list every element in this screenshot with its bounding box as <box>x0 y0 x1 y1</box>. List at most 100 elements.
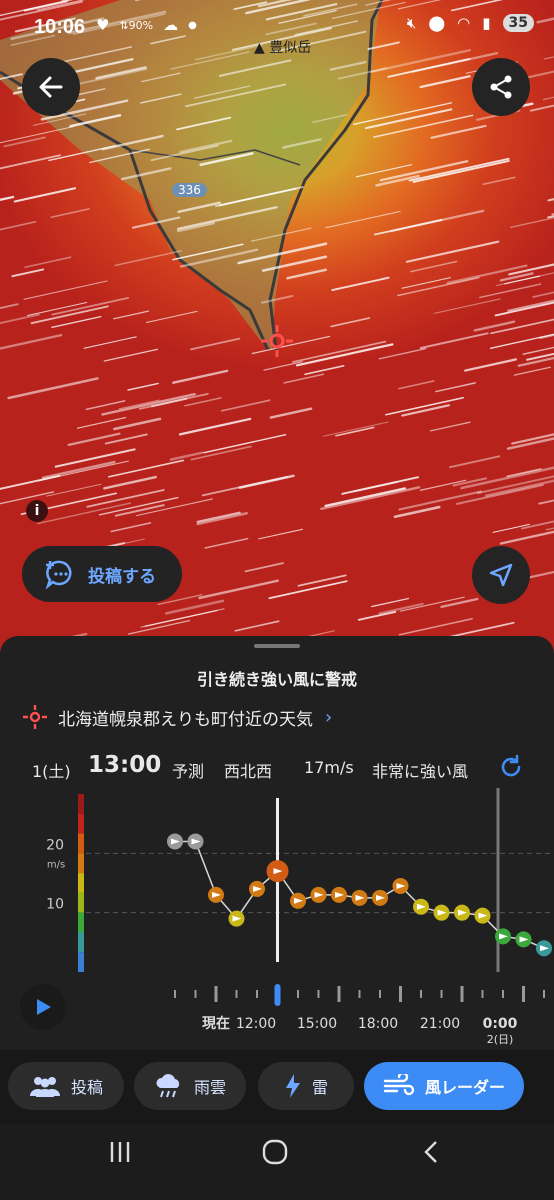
wind-streak <box>0 220 37 231</box>
home-icon[interactable] <box>262 1139 288 1165</box>
y-axis-unit: m/s <box>47 859 65 870</box>
wind-streak <box>0 313 40 325</box>
play-icon <box>37 999 51 1015</box>
detail-speed: 17m/s <box>304 758 354 777</box>
location-text: 北海道幌泉郡えりも町付近の天気 <box>58 709 313 730</box>
sheet-grabber[interactable] <box>254 644 300 648</box>
location-row[interactable]: 北海道幌泉郡えりも町付近の天気 › <box>22 704 332 730</box>
bottom-tab-bar: 投稿 雨雲 雷 風レーダー <box>0 1050 554 1124</box>
wind-streak <box>419 332 489 349</box>
wind-streak <box>412 159 510 183</box>
wind-streak <box>510 217 554 229</box>
wind-streak <box>539 333 554 340</box>
wind-streak <box>341 476 420 495</box>
weather-sheet: 引き続き強い風に警戒 北海道幌泉郡えりも町付近の天気 › 1(土) 13:00 … <box>0 636 554 1200</box>
y-tick-label: 20 <box>46 837 64 853</box>
x-tick-label: 15:00 <box>297 1016 337 1032</box>
wind-streak <box>135 498 213 517</box>
tab-thunder[interactable]: 雷 <box>258 1062 354 1110</box>
wind-streak <box>430 124 487 139</box>
wind-streak <box>114 504 165 517</box>
wind-streak <box>269 407 313 419</box>
share-button[interactable] <box>472 58 530 116</box>
speed-scale-segment <box>78 873 84 893</box>
wind-streak <box>419 75 471 89</box>
wind-streak <box>51 316 102 329</box>
location-marker-icon <box>23 705 47 729</box>
wind-streak <box>41 460 116 480</box>
wind-streak <box>542 96 554 101</box>
wind-streak <box>0 333 63 350</box>
mute-icon: 🔇︎ <box>406 14 417 32</box>
speed-scale-segment <box>78 912 84 933</box>
wind-streak <box>398 617 473 636</box>
recent-apps-icon[interactable] <box>108 1140 132 1164</box>
tab-rain-cloud[interactable]: 雨雲 <box>134 1062 246 1110</box>
wind-streak <box>511 433 554 445</box>
wind-streak <box>0 154 61 170</box>
x-tick-date-label: 2(日) <box>487 1033 514 1046</box>
wind-streak <box>204 537 249 549</box>
wind-streak <box>320 486 421 511</box>
wind-streak <box>11 268 45 278</box>
share-icon <box>490 75 512 99</box>
detail-level: 非常に強い風 <box>372 762 469 781</box>
wind-streak <box>113 417 162 431</box>
wind-streak <box>114 250 182 267</box>
wind-streak <box>532 291 554 298</box>
wind-streak <box>101 392 196 416</box>
info-button[interactable]: i <box>26 500 48 522</box>
timeline-cursor[interactable] <box>274 984 281 1006</box>
post-button[interactable]: 投稿する <box>22 546 182 602</box>
wind-streak <box>85 400 126 411</box>
detail-direction: 西北西 <box>224 762 273 781</box>
x-tick-label: 0:00 <box>483 1016 518 1032</box>
wind-streak <box>325 210 401 229</box>
refresh-icon[interactable] <box>498 754 524 780</box>
tab-rain-cloud-label: 雨雲 <box>193 1078 226 1097</box>
wind-streak <box>331 276 390 292</box>
back-nav-icon[interactable] <box>420 1140 442 1164</box>
play-button[interactable] <box>20 984 66 1030</box>
wind-streak <box>24 256 72 269</box>
wind-streak <box>429 421 471 432</box>
chevron-right-icon: › <box>325 706 333 728</box>
wind-streak <box>405 240 500 263</box>
post-button-label: 投稿する <box>88 566 156 587</box>
wind-streak <box>184 397 222 407</box>
wind-map[interactable]: 10:06 ♥ ⇅90% ☁ ● 🔇︎ ⬤ ◠ ▮ 35 ▲ 豊似岳 336 i <box>0 0 554 660</box>
wind-streak <box>323 421 389 437</box>
heart-icon: ♥ <box>96 16 110 34</box>
speed-scale-segment <box>78 892 84 913</box>
wind-streak <box>76 417 127 429</box>
wind-streak <box>30 305 109 325</box>
dot-icon: ● <box>188 19 197 31</box>
wind-streak <box>138 392 209 410</box>
wind-streak <box>378 347 427 360</box>
tab-thunder-label: 雷 <box>311 1078 328 1097</box>
tab-wind-radar[interactable]: 風レーダー <box>364 1062 524 1110</box>
tab-posts[interactable]: 投稿 <box>8 1062 124 1110</box>
wind-streak <box>36 502 132 525</box>
wind-streak <box>103 348 158 362</box>
wind-streak <box>484 479 554 497</box>
speed-scale-segment <box>78 932 84 953</box>
wind-streak <box>357 610 397 621</box>
back-button[interactable] <box>22 58 80 116</box>
my-location-button[interactable] <box>472 546 530 604</box>
wind-streak <box>378 602 424 615</box>
wind-streak <box>145 310 198 324</box>
wind-streak <box>335 426 375 437</box>
wind-streak <box>103 475 157 490</box>
wind-streak <box>178 417 252 436</box>
wind-streak <box>494 301 554 317</box>
wind-streak <box>538 499 554 505</box>
speed-scale-segment <box>78 952 84 972</box>
speed-scale-segment <box>78 833 84 854</box>
wind-streak <box>220 399 271 412</box>
speed-scale-segment <box>78 794 84 814</box>
wind-chart[interactable]: 20 10 m/s 現在 12:00 15:00 18:00 21:00 0:002(日) <box>0 788 554 1050</box>
wind-streak <box>440 597 479 608</box>
wind-streak <box>0 303 19 310</box>
location-pin-icon: ⬤ <box>428 14 446 32</box>
